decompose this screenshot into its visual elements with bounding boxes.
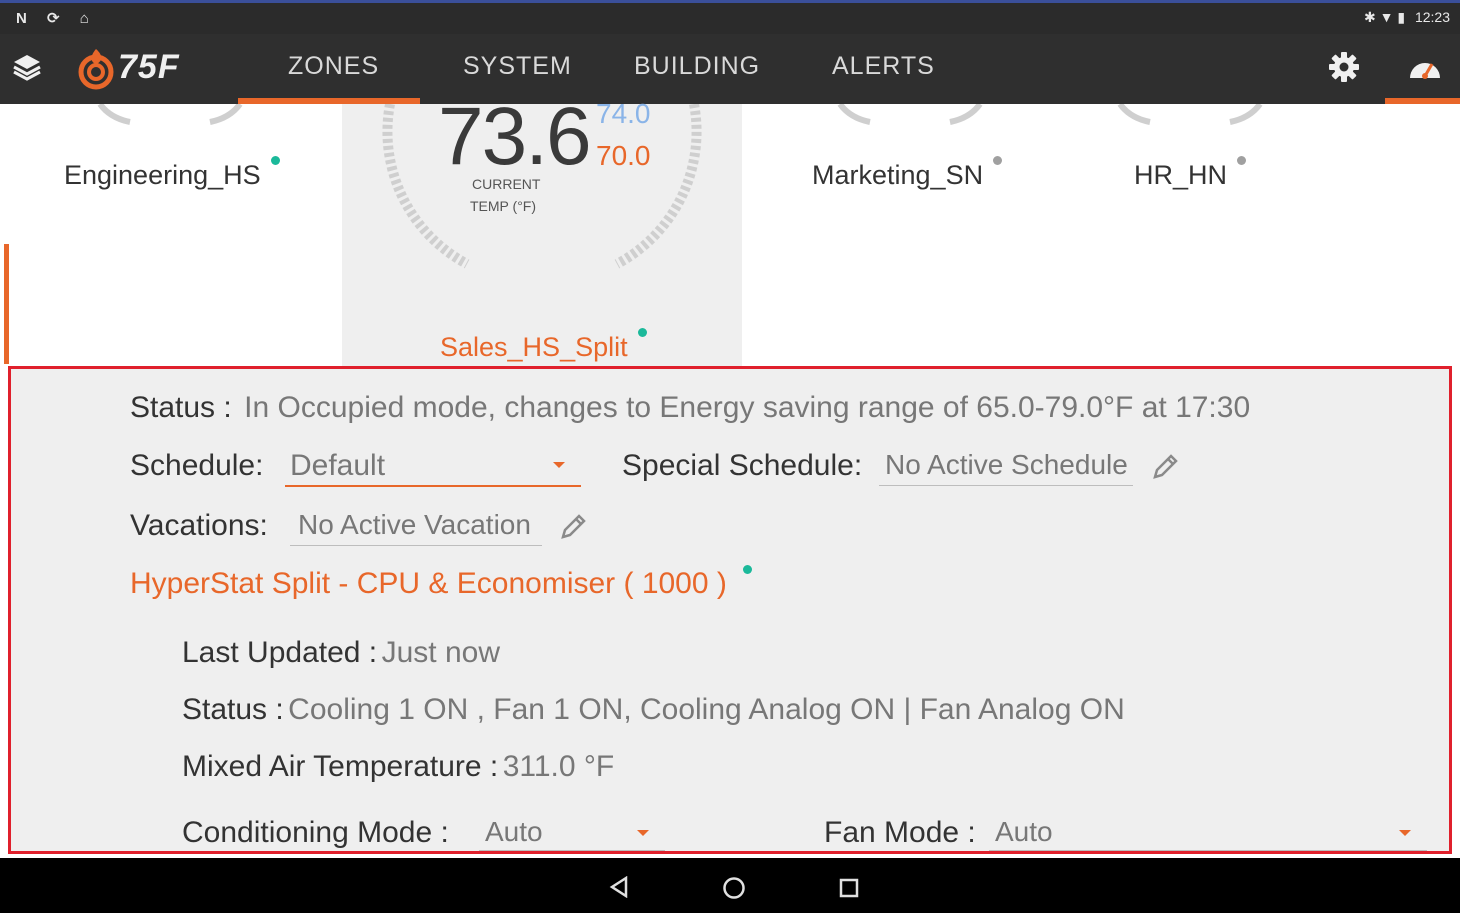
zone-card-engineering[interactable]: Engineering_HS <box>64 156 280 191</box>
device-status-value: Cooling 1 ON , Fan 1 ON, Cooling Analog … <box>288 693 1125 726</box>
zone-card-hr[interactable]: HR_HN <box>1134 156 1247 191</box>
last-updated-label: Last Updated : <box>182 636 378 669</box>
dropdown-caret-icon <box>553 462 565 468</box>
mixed-air-temp-value: 311.0 °F <box>502 750 615 783</box>
zone-status-row: Status : In Occupied mode, changes to En… <box>130 391 1250 425</box>
special-schedule-value: No Active Schedule <box>885 449 1128 480</box>
fan-mode-dropdown[interactable]: Auto <box>989 814 1427 851</box>
last-updated-value: Just now <box>381 636 500 669</box>
edit-special-schedule-icon[interactable] <box>1151 451 1181 481</box>
layers-icon[interactable] <box>12 52 42 82</box>
device-status-dot <box>742 565 752 574</box>
engineering-gauge-arc <box>97 104 243 125</box>
system-status-bar: N ⟳ ⌂ ✱ ▼ ▮ 12:23 <box>0 0 1460 34</box>
dashboard-icon[interactable] <box>1408 52 1442 82</box>
edit-vacation-icon[interactable] <box>559 511 589 541</box>
zone-card-marketing[interactable]: Marketing_SN <box>812 156 1003 191</box>
zone-name: Sales_HS_Split <box>440 332 628 362</box>
status-dot <box>637 328 647 337</box>
schedule-label: Schedule: <box>130 449 264 482</box>
special-schedule-label: Special Schedule: <box>622 449 863 482</box>
current-temp: 73.6 <box>438 91 592 182</box>
hr-gauge-arc <box>1117 104 1263 125</box>
special-schedule-field[interactable]: No Active Schedule <box>879 447 1133 486</box>
back-icon[interactable] <box>608 876 630 898</box>
schedule-value: Default <box>290 449 386 482</box>
schedule-dropdown[interactable]: Default <box>285 445 581 487</box>
gauge-label-line2: TEMP (°F) <box>470 198 537 214</box>
device-status-row: Status : Cooling 1 ON , Fan 1 ON, Coolin… <box>182 693 1125 727</box>
scroll-edge-indicator <box>4 244 9 364</box>
fan-mode-label: Fan Mode : <box>824 816 976 849</box>
app-bar: 75F ZONES SYSTEM BUILDING ALERTS <box>0 34 1460 104</box>
tab-zones[interactable]: ZONES <box>288 52 379 81</box>
mixed-air-temp-label: Mixed Air Temperature : <box>182 750 499 783</box>
notification-icons: N ⟳ ⌂ <box>16 10 97 27</box>
vacations-label: Vacations: <box>130 509 268 542</box>
device-status-label: Status : <box>182 693 284 726</box>
selected-zone-label: Sales_HS_Split <box>440 328 647 363</box>
device-header: HyperStat Split - CPU & Economiser ( 100… <box>130 565 752 601</box>
status-dot <box>270 156 280 165</box>
zone-card-selected[interactable]: 73.6 74.0 70.0 CURRENT TEMP (°F) Sales_H… <box>342 91 742 366</box>
fan-mode-value: Auto <box>995 816 1053 847</box>
zone-name: HR_HN <box>1134 160 1228 190</box>
status-value: In Occupied mode, changes to Energy savi… <box>244 391 1251 424</box>
dropdown-caret-icon <box>1399 830 1411 836</box>
status-dot <box>1237 156 1247 165</box>
vacation-field[interactable]: No Active Vacation <box>290 507 542 546</box>
75f-logo-icon <box>78 49 114 90</box>
cooling-setpoint: 74.0 <box>596 98 651 129</box>
conditioning-mode-dropdown[interactable]: Auto <box>479 814 665 851</box>
gauge-label-line1: CURRENT <box>472 176 541 192</box>
mixed-air-temp-row: Mixed Air Temperature : 311.0 °F <box>182 750 614 784</box>
dropdown-caret-icon <box>637 830 649 836</box>
tab-building[interactable]: BUILDING <box>634 52 760 81</box>
status-right: ✱ ▼ ▮ 12:23 <box>1364 9 1450 26</box>
status-label: Status : <box>130 391 232 424</box>
status-dot <box>993 156 1003 165</box>
home-icon[interactable] <box>722 876 746 900</box>
zone-name: Engineering_HS <box>64 160 261 190</box>
heating-setpoint: 70.0 <box>596 140 651 171</box>
conditioning-mode-label: Conditioning Mode : <box>182 816 449 849</box>
vacation-value: No Active Vacation <box>298 509 531 540</box>
zone-name: Marketing_SN <box>812 160 984 190</box>
marketing-gauge-arc <box>837 104 983 125</box>
conditioning-mode-value: Auto <box>485 816 543 847</box>
last-updated-row: Last Updated : Just now <box>182 636 500 670</box>
device-title: HyperStat Split - CPU & Economiser ( 100… <box>130 567 727 600</box>
zone-detail-panel: Status : In Occupied mode, changes to En… <box>8 366 1452 854</box>
tab-system[interactable]: SYSTEM <box>463 52 572 81</box>
gear-icon[interactable] <box>1328 51 1360 83</box>
clock: 12:23 <box>1414 9 1450 25</box>
brand-name: 75F <box>118 48 180 86</box>
android-nav-bar <box>0 858 1460 913</box>
tab-alerts[interactable]: ALERTS <box>832 52 935 81</box>
recents-icon[interactable] <box>838 877 860 899</box>
system-status-icons: ✱ ▼ ▮ <box>1363 9 1406 25</box>
